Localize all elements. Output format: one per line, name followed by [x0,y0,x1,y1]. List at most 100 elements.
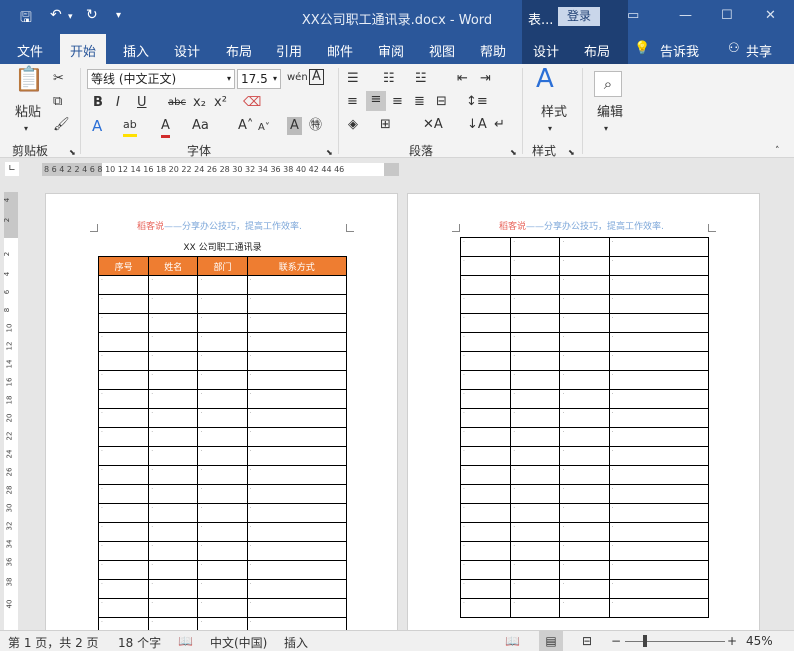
table-cell[interactable]: · [459,332,512,352]
table-cell[interactable]: · [97,541,150,561]
styles-icon[interactable]: A [536,66,554,92]
table-cell[interactable]: · [559,541,610,561]
tab-design[interactable]: 设计 [174,41,200,60]
page-header[interactable]: 稻客说——分享办公技巧，提高工作效率. [499,219,664,232]
word-count[interactable]: 18 个字 [118,634,161,651]
table-cell[interactable]: · [246,579,348,599]
table-cell[interactable]: · [559,598,610,618]
table-cell[interactable]: · [510,237,561,257]
table-cell[interactable]: · [97,560,150,580]
table-cell[interactable]: · [608,522,710,542]
table-cell[interactable]: · [197,579,248,599]
table-cell[interactable]: · [246,294,348,314]
format-painter-icon[interactable]: 🖌 [53,116,70,134]
table-cell[interactable]: · [608,484,710,504]
table-cell[interactable]: · [459,503,512,523]
table-cell[interactable]: · [459,579,512,599]
table-cell[interactable]: · [197,408,248,428]
table-cell[interactable]: · [608,275,710,295]
table-cell[interactable]: · [510,275,561,295]
tab-selector-icon[interactable]: ∟ [5,162,19,176]
table-cell[interactable]: · [197,446,248,466]
table-cell[interactable]: · [459,427,512,447]
table-cell[interactable]: · [148,332,199,352]
table-cell[interactable]: · [559,370,610,390]
table-cell[interactable]: · [510,579,561,599]
table-cell[interactable]: · [510,465,561,485]
table-cell[interactable]: · [459,522,512,542]
table-cell[interactable]: · [510,484,561,504]
tab-home[interactable]: 开始 [60,34,107,65]
clear-format-icon[interactable]: ⌫ [243,94,261,112]
superscript-icon[interactable]: x² [214,94,227,112]
table-cell[interactable]: · [197,503,248,523]
table-cell[interactable]: · [148,370,199,390]
redo-icon[interactable]: ↻ [86,7,98,23]
tab-table-layout[interactable]: 布局 [584,41,610,60]
table-cell[interactable]: · [97,446,150,466]
text-effect-icon[interactable]: A [92,117,102,135]
table-cell[interactable]: · [459,237,512,257]
undo-icon[interactable]: ↶ [50,7,62,23]
numbering-icon[interactable]: ☷ [383,70,395,88]
table-cell[interactable]: · [559,332,610,352]
align-center-icon[interactable]: ≡ [366,91,386,111]
tell-me[interactable]: 告诉我 [660,41,699,60]
italic-icon[interactable]: I [116,94,120,112]
insert-mode[interactable]: 插入 [284,634,308,651]
col-header-dept[interactable]: 部门 [197,256,248,276]
increase-indent-icon[interactable]: ⇥ [480,70,491,88]
chinese-layout-icon[interactable]: ✕A [423,116,443,134]
contact-table[interactable]: 序号 姓名 部门 联系方式 · · · · · · · · · · · · · · · · · · · · · · · · · ·… [97,256,348,637]
table-cell[interactable]: · [459,598,512,618]
table-cell[interactable]: · [608,370,710,390]
zoom-in-icon[interactable]: + [727,634,737,648]
table-cell[interactable]: · [608,446,710,466]
table-cell[interactable]: · [246,598,348,618]
table-cell[interactable]: · [97,522,150,542]
editing-dropdown-icon[interactable]: ▾ [604,120,608,138]
share-icon[interactable]: ⚇ [728,41,740,56]
table-cell[interactable]: · [559,237,610,257]
table-cell[interactable]: · [197,598,248,618]
col-header-id[interactable]: 序号 [97,256,150,276]
table-cell[interactable]: · [459,560,512,580]
table-cell[interactable]: · [510,503,561,523]
table-cell[interactable]: · [97,598,150,618]
tab-file[interactable]: 文件 [17,41,43,60]
save-icon[interactable]: 🖫 [20,7,32,31]
table-cell[interactable]: · [510,522,561,542]
table-cell[interactable]: · [608,294,710,314]
table-cell[interactable]: · [559,579,610,599]
zoom-out-icon[interactable]: − [611,634,621,648]
table-cell[interactable]: · [148,294,199,314]
table-cell[interactable]: · [97,370,150,390]
table-cell[interactable]: · [559,275,610,295]
table-cell[interactable]: · [197,560,248,580]
table-cell[interactable]: · [510,313,561,333]
table-cell[interactable]: · [459,313,512,333]
grow-font-icon[interactable]: A˄ [238,117,253,135]
table-cell[interactable]: · [608,408,710,428]
table-cell[interactable]: · [148,389,199,409]
table-cell[interactable]: · [246,351,348,371]
font-color-icon[interactable]: A [161,117,170,138]
decrease-indent-icon[interactable]: ⇤ [457,70,468,88]
customize-qat-icon[interactable]: ▾ [116,10,121,21]
justify-icon[interactable]: ≣ [414,93,425,111]
table-cell[interactable]: · [197,313,248,333]
table-cell[interactable]: · [246,522,348,542]
align-left-icon[interactable]: ≡ [347,93,358,111]
table-cell[interactable]: · [608,503,710,523]
highlight-icon[interactable]: ab [123,116,137,137]
tab-help[interactable]: 帮助 [480,41,506,60]
font-name-select[interactable]: 等线 (中文正文) ▾ [87,69,235,89]
table-cell[interactable]: · [246,541,348,561]
table-cell[interactable]: · [559,484,610,504]
table-cell[interactable]: · [197,370,248,390]
table-cell[interactable]: · [510,294,561,314]
page-header[interactable]: 稻客说——分享办公技巧，提高工作效率. [137,219,302,232]
table-cell[interactable]: · [510,446,561,466]
tab-review[interactable]: 审阅 [378,41,404,60]
table-cell[interactable]: · [459,484,512,504]
